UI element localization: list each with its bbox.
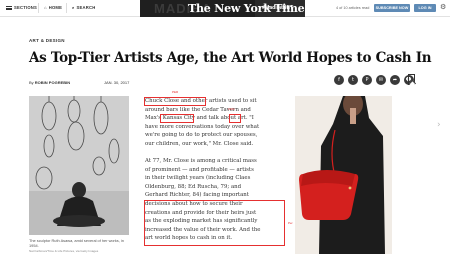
annotation-box-org xyxy=(160,114,194,123)
hamburger-icon xyxy=(6,5,12,10)
login-button[interactable]: LOG IN xyxy=(414,4,436,12)
ad-hashtag: #MadibaBET xyxy=(262,5,294,11)
photo-credit: Nat Farbman/Time & Life Pictures, via Ge… xyxy=(29,249,99,253)
facebook-icon[interactable]: f xyxy=(334,75,344,85)
photo-illustration xyxy=(29,96,129,235)
sections-button[interactable]: SECTIONS xyxy=(6,5,37,10)
pinterest-icon[interactable]: P xyxy=(362,75,372,85)
twitter-icon[interactable]: t xyxy=(348,75,358,85)
side-ad[interactable] xyxy=(295,96,392,254)
free-article-count: 4 of 10 articles read xyxy=(336,6,370,10)
text-line: Gerhard Richter, 84) facing important xyxy=(145,192,249,199)
annotation-box-art xyxy=(229,114,241,123)
home-button[interactable]: ⌂ HOME xyxy=(44,5,62,10)
ad-illustration xyxy=(295,96,392,254)
share-icon[interactable]: ➦ xyxy=(390,75,400,85)
publish-date: JAN. 30, 2017 xyxy=(104,80,130,85)
text-line: Oldenburg, 88; Ed Ruscha, 79; and xyxy=(145,183,242,190)
annotation-label-sentence: Per xyxy=(288,221,293,225)
divider xyxy=(66,3,67,13)
text-line: our children, our work," Mr. Close said. xyxy=(145,140,254,147)
article-headline: As Top-Tier Artists Age, the Art World H… xyxy=(29,50,432,66)
article-photo[interactable] xyxy=(29,96,129,235)
search-button[interactable]: ⌕ SEARCH xyxy=(72,5,95,10)
annotation-label-person: PER xyxy=(172,90,179,94)
annotation-box-person xyxy=(144,97,206,106)
text-line: have more conversations today over what xyxy=(145,123,260,130)
annotation-box-sentence xyxy=(144,200,285,246)
chevron-right-icon[interactable]: › xyxy=(437,120,441,130)
text-line: around bars like the Cedar Tavern and xyxy=(145,106,251,113)
byline: By ROBIN POGREBIN xyxy=(29,80,71,85)
text-line: At 77, Mr. Close is among a critical mas… xyxy=(145,158,257,164)
divider xyxy=(38,3,39,13)
top-bar: SECTIONS ⌂ HOME ⌕ SEARCH MADIBA The New Yo… xyxy=(0,0,450,17)
gear-icon[interactable]: ⚙ xyxy=(440,3,446,11)
annotation-label-org: ORG xyxy=(228,107,235,111)
home-icon: ⌂ xyxy=(44,5,47,10)
text-line: of prominent — and profitable — artists xyxy=(145,166,254,173)
bookmark-icon[interactable] xyxy=(408,74,415,85)
search-icon: ⌕ xyxy=(72,5,75,10)
text-line: we're going to do to protect our spouses… xyxy=(145,132,258,139)
section-label[interactable]: ART & DESIGN xyxy=(29,38,65,43)
photo-caption: The sculptor Ruth Asawa, amid several of… xyxy=(29,238,124,248)
email-icon[interactable]: ✉ xyxy=(376,75,386,85)
text-line: in their twilight years (including Claes xyxy=(145,175,251,182)
author-link[interactable]: ROBIN POGREBIN xyxy=(35,80,70,85)
subscribe-button[interactable]: SUBSCRIBE NOW xyxy=(374,4,410,12)
